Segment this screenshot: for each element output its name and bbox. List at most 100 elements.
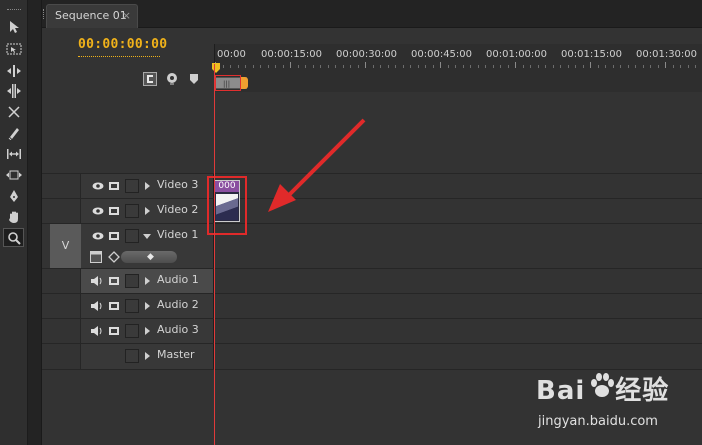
keyframe-diamond-icon[interactable]: ◆ (147, 252, 154, 262)
track-name: Video 1 (157, 228, 199, 241)
speaker-icon[interactable] (90, 324, 104, 338)
sync-lock-icon[interactable] (107, 179, 121, 193)
source-patch-slot[interactable] (50, 199, 81, 223)
lock-track-box[interactable] (125, 204, 139, 218)
ruler-tick (365, 62, 366, 68)
playhead-line[interactable] (214, 64, 215, 445)
expand-icon[interactable] (145, 327, 150, 335)
ruler-label: 00:00:15:00 (261, 49, 323, 60)
ruler-tick (342, 65, 344, 68)
sync-lock-icon[interactable] (107, 299, 121, 313)
speaker-icon[interactable] (90, 274, 104, 288)
pen-tool-icon[interactable] (3, 186, 24, 205)
source-patch-v[interactable]: V (50, 224, 81, 268)
track-content[interactable] (214, 199, 702, 223)
display-style-icon[interactable] (89, 250, 103, 264)
track-header[interactable]: Video 3 (81, 174, 214, 198)
track-content[interactable] (214, 344, 702, 369)
lock-track-box[interactable] (125, 274, 139, 288)
razor-tool-icon[interactable] (3, 123, 24, 142)
empty-track-space[interactable] (42, 92, 702, 174)
close-icon[interactable]: × (122, 5, 131, 27)
lock-track-box[interactable] (125, 229, 139, 243)
track-header[interactable]: Master ⧓ (81, 344, 250, 369)
source-patch-slot[interactable] (50, 294, 81, 318)
track-header[interactable]: Audio 3 (81, 319, 214, 343)
snap-icon[interactable] (142, 71, 158, 87)
rate-stretch-tool-icon[interactable] (3, 102, 24, 121)
slide-tool-icon[interactable] (3, 165, 24, 184)
panel-separator[interactable] (28, 0, 42, 445)
sync-lock-icon[interactable] (107, 324, 121, 338)
watermark-brand-text: Bai (536, 376, 586, 406)
sync-lock-icon[interactable] (107, 204, 121, 218)
marker-icon[interactable] (186, 71, 202, 87)
source-patch-slot[interactable] (50, 269, 81, 293)
ripple-edit-tool-icon[interactable] (3, 61, 24, 80)
track-content[interactable] (214, 269, 702, 293)
ruler-tick (327, 65, 329, 68)
track-select-tool-icon[interactable] (3, 39, 24, 58)
expand-icon[interactable] (145, 277, 150, 285)
ruler-tick (560, 65, 561, 68)
baidu-watermark: Bai 经验 jingyan.baidu.com (536, 370, 696, 440)
selection-tool-icon[interactable] (3, 17, 24, 36)
work-area-end-handle[interactable] (241, 77, 248, 89)
ruler-tick (260, 65, 261, 68)
track-content[interactable] (214, 294, 702, 318)
ruler-tick (522, 65, 524, 68)
sync-lock-icon[interactable] (107, 229, 121, 243)
ruler-label: 00:00 (217, 49, 246, 60)
lock-track-box[interactable] (125, 324, 139, 338)
expand-icon[interactable] (145, 302, 150, 310)
time-ruler[interactable]: 00:00 00:00:15:00 00:00:30:00 00:00:45:0… (212, 44, 702, 92)
lock-track-box[interactable] (125, 179, 139, 193)
source-patch-slot[interactable] (50, 344, 81, 369)
slip-tool-icon[interactable] (3, 144, 24, 163)
track-content[interactable] (214, 174, 702, 198)
ruler-tick (657, 65, 659, 68)
ruler-tick (432, 65, 434, 68)
expand-icon[interactable] (145, 207, 150, 215)
ruler-tick (312, 65, 314, 68)
source-patch-slot[interactable] (50, 319, 81, 343)
track-header[interactable]: Video 2 (81, 199, 214, 223)
ruler-tick (357, 65, 359, 68)
ruler-tick (537, 65, 539, 68)
expand-icon[interactable] (145, 352, 150, 360)
track-name: Video 2 (157, 203, 199, 216)
lock-track-box[interactable] (125, 349, 139, 363)
set-marker-icon[interactable] (164, 71, 180, 87)
track-header[interactable]: Audio 1 (81, 269, 214, 293)
track-header[interactable]: Video 1 ◆ (81, 224, 214, 268)
sync-lock-icon[interactable] (107, 274, 121, 288)
hand-tool-icon[interactable] (3, 207, 24, 226)
collapse-icon[interactable] (143, 234, 151, 239)
current-timecode[interactable]: 00:00:00:00 (78, 37, 167, 52)
tools-panel (0, 0, 28, 445)
ruler-tick (275, 65, 276, 68)
zoom-tool-icon[interactable] (3, 228, 24, 247)
track-audio-3: Audio 3 (42, 319, 702, 344)
track-audio-1: Audio 1 (42, 269, 702, 294)
ruler-tick (252, 65, 254, 68)
track-header[interactable]: Audio 2 (81, 294, 214, 318)
eye-icon[interactable] (91, 204, 105, 218)
ruler-label: 00:00:30:00 (336, 49, 398, 60)
tab-sequence-01[interactable]: Sequence 01 × (46, 4, 138, 28)
ruler-tick (380, 65, 381, 68)
ruler-tick (282, 65, 284, 68)
track-content[interactable] (214, 224, 702, 268)
lock-track-box[interactable] (125, 299, 139, 313)
speaker-icon[interactable] (90, 299, 104, 313)
expand-icon[interactable] (145, 182, 150, 190)
source-patch-slot[interactable] (50, 174, 81, 198)
eye-icon[interactable] (91, 179, 105, 193)
panel-grip[interactable] (7, 9, 21, 11)
ruler-label: 00:01:15:00 (561, 49, 623, 60)
keyframe-display-icon[interactable] (107, 250, 121, 264)
ruler-tick (447, 65, 449, 68)
rolling-edit-tool-icon[interactable] (3, 81, 24, 100)
track-content[interactable] (214, 319, 702, 343)
eye-icon[interactable] (91, 229, 105, 243)
